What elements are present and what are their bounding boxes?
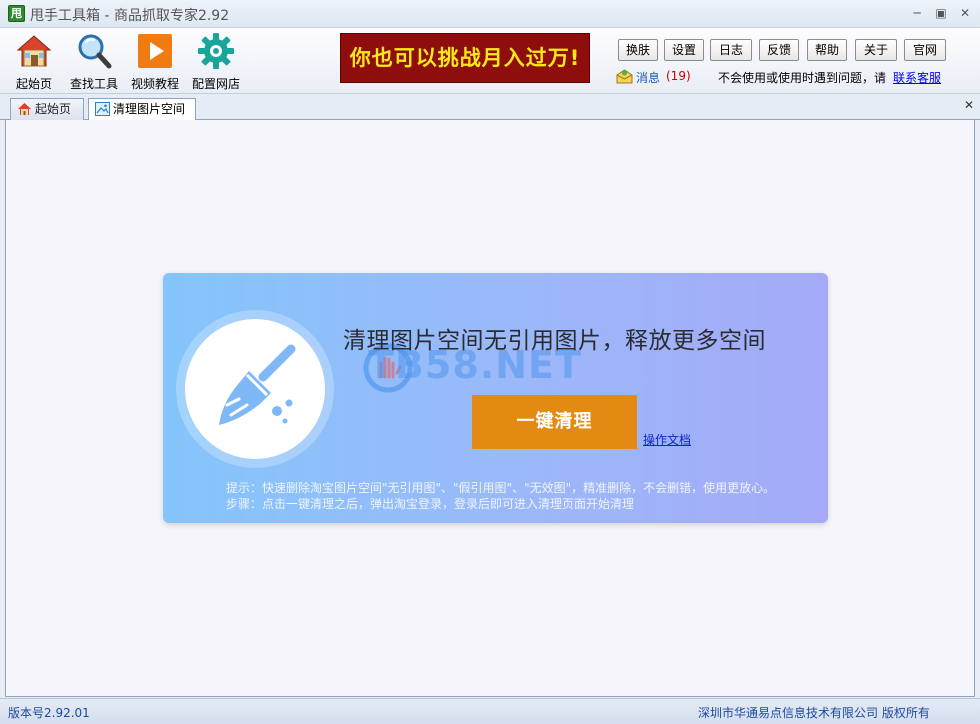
about-button[interactable]: 关于 bbox=[855, 39, 897, 61]
steps-text: 步骤：点击一键清理之后，弹出淘宝登录，登录后即可进入清理页面开始清理 bbox=[226, 497, 635, 511]
support-hint-text: 不会使用或使用时遇到问题，请 bbox=[718, 71, 887, 85]
tab-strip: 起始页 清理图片空间 ✕ bbox=[0, 94, 980, 121]
feedback-button[interactable]: 反馈 bbox=[759, 39, 799, 61]
one-click-clean-button[interactable]: 一键清理 bbox=[472, 395, 637, 449]
copyright-label: 深圳市华通易点信息技术有限公司 版权所有 bbox=[698, 706, 930, 720]
operation-doc-link[interactable]: 操作文档 bbox=[643, 431, 691, 448]
search-tool-label: 查找工具 bbox=[69, 77, 118, 91]
tab-clean-label: 清理图片空间 bbox=[113, 102, 186, 116]
contact-support-link[interactable]: 联系客服 bbox=[893, 69, 941, 86]
video-tool-button[interactable]: 视频教程 bbox=[127, 32, 183, 91]
tab-clean-image-space[interactable]: 清理图片空间 bbox=[88, 98, 196, 121]
image-icon bbox=[95, 102, 110, 116]
app-logo-icon: 甩 bbox=[8, 5, 25, 22]
home-icon bbox=[18, 103, 31, 115]
card-title: 清理图片空间无引用图片，释放更多空间 bbox=[343, 328, 766, 354]
title-bar: 甩 甩手工具箱 - 商品抓取专家2.92 ─ ▣ ✕ bbox=[0, 0, 980, 28]
magnifier-icon bbox=[78, 34, 112, 69]
video-tool-label: 视频教程 bbox=[130, 77, 179, 91]
home-tool-label: 起始页 bbox=[15, 77, 52, 91]
home-tool-button[interactable]: 起始页 bbox=[6, 32, 62, 91]
tab-home[interactable]: 起始页 bbox=[10, 98, 84, 120]
play-icon bbox=[138, 34, 172, 68]
search-tool-button[interactable]: 查找工具 bbox=[66, 32, 122, 91]
tab-home-label: 起始页 bbox=[35, 102, 72, 116]
messages-count: (19) bbox=[666, 69, 691, 83]
close-tab-icon[interactable]: ✕ bbox=[964, 98, 974, 112]
maximize-button[interactable]: ▣ bbox=[930, 5, 952, 21]
broom-icon bbox=[219, 344, 296, 425]
promo-banner[interactable]: 你也可以挑战月入过万! bbox=[340, 33, 590, 83]
minimize-button[interactable]: ─ bbox=[906, 5, 928, 21]
toolbar: 起始页 查找工具 视频教程 配置网店 你也可以挑战月入过万! 换肤 设置 日志 … bbox=[0, 28, 980, 94]
help-button[interactable]: 帮助 bbox=[807, 39, 847, 61]
settings-button[interactable]: 设置 bbox=[664, 39, 704, 61]
config-shop-tool-button[interactable]: 配置网店 bbox=[188, 32, 244, 91]
status-bar: 版本号2.92.01 深圳市华通易点信息技术有限公司 版权所有 bbox=[0, 698, 980, 724]
gear-icon bbox=[198, 33, 234, 69]
close-button[interactable]: ✕ bbox=[954, 5, 976, 21]
home-icon bbox=[16, 35, 52, 67]
official-site-button[interactable]: 官网 bbox=[904, 39, 946, 61]
tip-text: 提示：快速删除淘宝图片空间"无引用图"、"假引用图"、"无效图"，精准删除，不会… bbox=[226, 481, 776, 495]
config-shop-tool-label: 配置网店 bbox=[191, 77, 240, 91]
message-envelope-icon bbox=[616, 69, 633, 84]
broom-badge bbox=[176, 310, 334, 468]
version-label: 版本号2.92.01 bbox=[8, 706, 90, 720]
clean-image-card: TB58.NET 清理图片空间无引用图片，释放更多空间 一键清理 操作文档 提示… bbox=[163, 273, 828, 523]
log-button[interactable]: 日志 bbox=[710, 39, 752, 61]
messages-label: 消息 bbox=[636, 71, 661, 85]
content-area: TB58.NET 清理图片空间无引用图片，释放更多空间 一键清理 操作文档 提示… bbox=[5, 120, 975, 697]
skin-button[interactable]: 换肤 bbox=[618, 39, 658, 61]
window-title: 甩手工具箱 - 商品抓取专家2.92 bbox=[30, 8, 230, 24]
